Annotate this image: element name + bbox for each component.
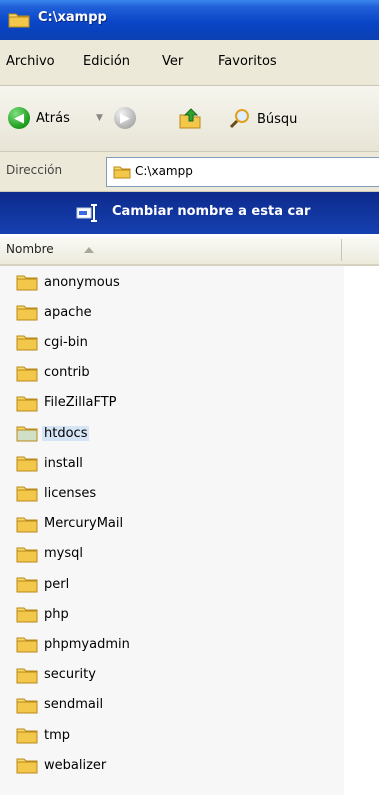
menu-edicion[interactable]: Edición [83,54,130,69]
folder-icon [16,515,38,533]
list-item[interactable]: phpmyadmin [16,632,132,656]
list-item[interactable]: apache [16,300,94,324]
menu-ver[interactable]: Ver [162,54,183,69]
list-item-label: MercuryMail [44,516,124,532]
column-header-name[interactable]: Nombre [6,242,54,256]
window-title: C:\xampp [38,10,107,25]
list-item-label: phpmyadmin [44,636,130,652]
list-item-label: cgi-bin [44,334,88,350]
list-item-label: licenses [44,485,97,501]
menu-bar: Archivo Edición Ver Favoritos [0,40,379,86]
toolbar: ◀ Atrás ▼ ▶ Búsqu [0,86,379,152]
title-bar[interactable]: C:\xampp [0,0,379,40]
forward-button[interactable]: ▶ [114,107,136,129]
list-item[interactable]: licenses [16,481,98,505]
back-button[interactable]: ◀ Atrás [8,107,70,129]
list-item-label: contrib [44,365,90,381]
up-folder-button[interactable] [177,105,203,134]
sort-ascending-icon [84,247,94,253]
folder-icon [16,696,38,714]
folder-icon [8,10,30,28]
folder-icon [16,303,38,321]
list-item[interactable]: FileZillaFTP [16,391,119,415]
address-input[interactable]: C:\xampp [106,157,379,187]
search-icon [229,107,251,132]
folder-icon [16,394,38,412]
list-item-label: apache [44,304,92,320]
folder-icon [113,164,131,179]
folder-icon [16,364,38,382]
back-label: Atrás [36,110,70,126]
list-item-label: php [44,606,69,622]
list-item-label: sendmail [44,697,104,713]
search-label: Búsqu [257,112,298,127]
folder-icon [16,484,38,502]
list-item-label: install [44,455,83,471]
address-bar: Dirección C:\xampp [0,152,379,192]
folder-icon [16,756,38,774]
task-banner[interactable]: Cambiar nombre a esta car [0,192,379,234]
list-item[interactable]: webalizer [16,753,108,777]
folder-icon [16,575,38,593]
list-item[interactable]: anonymous [16,270,122,294]
list-item[interactable]: mysql [16,542,85,566]
back-dropdown-icon[interactable]: ▼ [96,113,103,123]
list-item[interactable]: tmp [16,723,72,747]
list-item-label: perl [44,576,70,592]
list-item[interactable]: sendmail [16,693,105,717]
list-item[interactable]: cgi-bin [16,330,90,354]
list-item[interactable]: php [16,602,71,626]
list-item[interactable]: MercuryMail [16,512,125,536]
list-item[interactable]: htdocs [16,421,90,445]
folder-icon [16,424,38,442]
folder-icon [16,726,38,744]
search-button[interactable]: Búsqu [229,107,297,132]
column-divider[interactable] [341,239,342,261]
address-path: C:\xampp [135,164,193,178]
list-item-label: security [44,667,96,683]
file-list: anonymous apache cgi-bin contrib FileZillaFT… [0,266,379,795]
forward-arrow-icon: ▶ [114,107,136,129]
list-item[interactable]: contrib [16,361,92,385]
up-folder-icon [177,105,203,134]
list-item-label: webalizer [44,757,107,773]
list-item-label: anonymous [44,274,120,290]
list-item-label: mysql [44,546,83,562]
list-item[interactable]: install [16,451,85,475]
list-item[interactable]: perl [16,572,71,596]
folder-icon [16,635,38,653]
back-arrow-icon: ◀ [8,107,30,129]
folder-icon [16,545,38,563]
folder-icon [16,273,38,291]
rename-icon [76,204,98,225]
list-item-label: htdocs [42,425,90,441]
list-item-label: tmp [44,727,71,743]
menu-archivo[interactable]: Archivo [6,54,55,69]
list-item-label: FileZillaFTP [44,395,117,411]
folder-icon [16,605,38,623]
list-item[interactable]: security [16,663,98,687]
menu-favoritos[interactable]: Favoritos [218,54,277,69]
column-header[interactable]: Nombre [0,236,379,266]
folder-icon [16,666,38,684]
folder-icon [16,454,38,472]
task-label: Cambiar nombre a esta car [112,204,311,219]
folder-icon [16,333,38,351]
address-label: Dirección [6,163,63,177]
